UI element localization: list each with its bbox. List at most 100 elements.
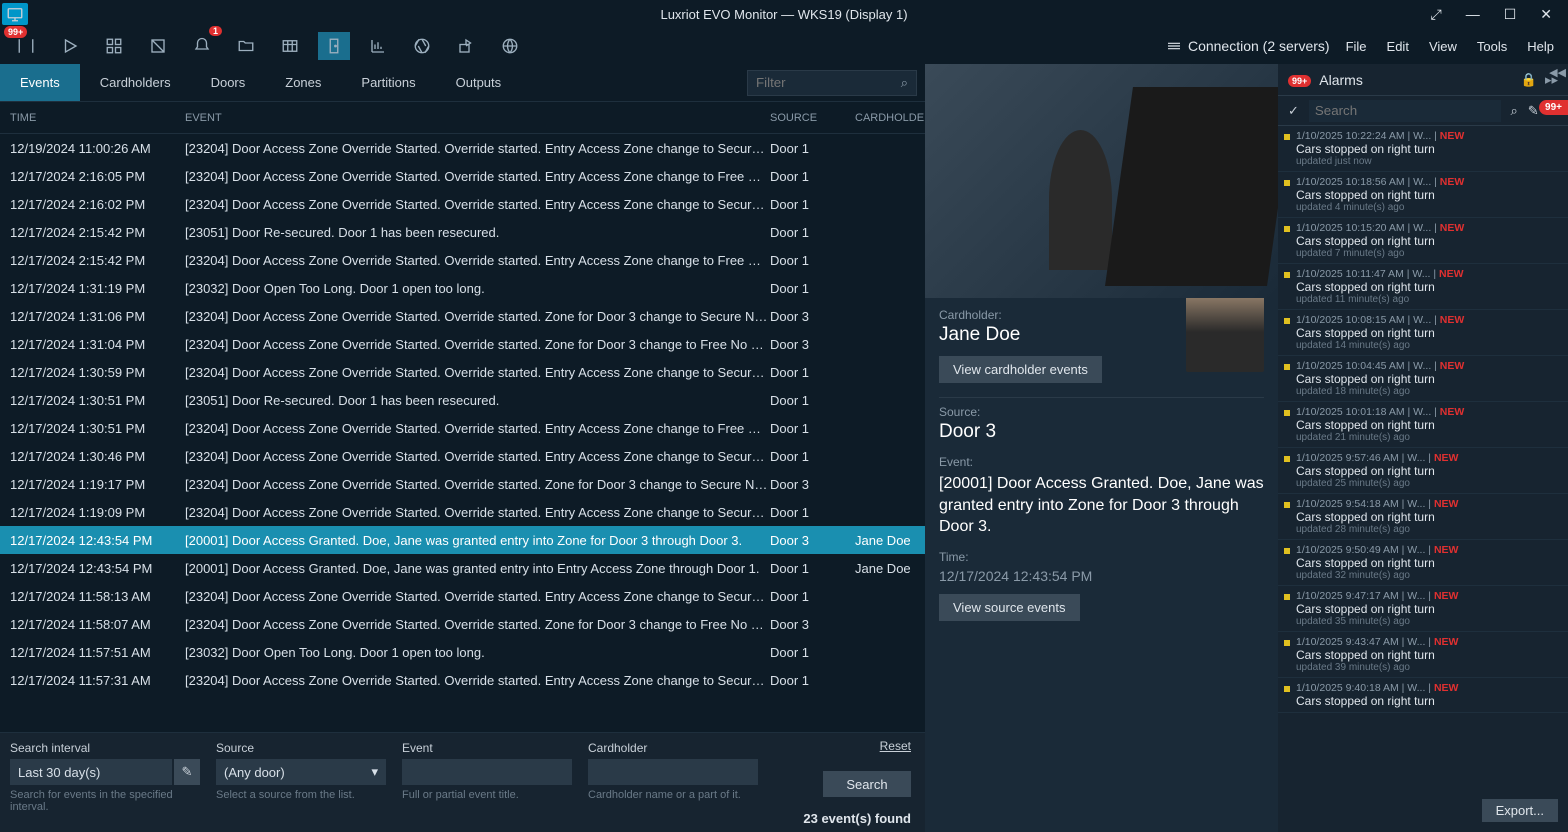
tab-partitions[interactable]: Partitions bbox=[341, 64, 435, 101]
table-row[interactable]: 12/17/2024 2:15:42 PM[23051] Door Re-sec… bbox=[0, 218, 925, 246]
expand-icon[interactable]: ◀◀ bbox=[1549, 66, 1566, 79]
col-event[interactable]: EVENT bbox=[185, 112, 770, 124]
alarm-item[interactable]: 1/10/2025 9:43:47 AM | W... | NEWCars st… bbox=[1278, 632, 1568, 678]
col-source[interactable]: SOURCE bbox=[770, 112, 855, 124]
filter-input[interactable] bbox=[756, 75, 901, 90]
tab-events[interactable]: Events bbox=[0, 64, 80, 101]
table-row[interactable]: 12/17/2024 11:58:07 AM[23204] Door Acces… bbox=[0, 610, 925, 638]
reports-icon[interactable] bbox=[142, 32, 174, 60]
alarm-item[interactable]: 1/10/2025 9:50:49 AM | W... | NEWCars st… bbox=[1278, 540, 1568, 586]
alarm-item[interactable]: 1/10/2025 10:15:20 AM | W... | NEWCars s… bbox=[1278, 218, 1568, 264]
alarm-item[interactable]: 1/10/2025 9:57:46 AM | W... | NEWCars st… bbox=[1278, 448, 1568, 494]
share-icon[interactable] bbox=[450, 32, 482, 60]
table-icon[interactable] bbox=[274, 32, 306, 60]
table-header: TIME EVENT SOURCE CARDHOLDER bbox=[0, 102, 925, 134]
menu-help[interactable]: Help bbox=[1523, 39, 1558, 54]
side-badge[interactable]: 99+ bbox=[1539, 100, 1568, 115]
alarm-item[interactable]: 1/10/2025 9:54:18 AM | W... | NEWCars st… bbox=[1278, 494, 1568, 540]
tab-cardholders[interactable]: Cardholders bbox=[80, 64, 191, 101]
table-row[interactable]: 12/17/2024 2:16:05 PM[23204] Door Access… bbox=[0, 162, 925, 190]
pencil-icon[interactable]: ✎ bbox=[1528, 103, 1539, 119]
play-icon[interactable] bbox=[54, 32, 86, 60]
table-row[interactable]: 12/17/2024 1:31:06 PM[23204] Door Access… bbox=[0, 302, 925, 330]
alarm-item[interactable]: 1/10/2025 9:47:17 AM | W... | NEWCars st… bbox=[1278, 586, 1568, 632]
minimize-button[interactable]: — bbox=[1466, 6, 1480, 23]
tabs-bar: Events Cardholders Doors Zones Partition… bbox=[0, 64, 925, 102]
cardholder-field[interactable] bbox=[588, 759, 758, 785]
cardholder-label: Cardholder bbox=[588, 741, 758, 755]
search-button[interactable]: Search bbox=[823, 771, 911, 797]
search-icon[interactable]: ⌕ bbox=[901, 75, 908, 91]
table-row[interactable]: 12/19/2024 11:00:26 AM[23204] Door Acces… bbox=[0, 134, 925, 162]
interval-label: Search interval bbox=[10, 741, 200, 755]
reset-link[interactable]: Reset bbox=[880, 739, 911, 753]
alarm-list: 1/10/2025 10:22:24 AM | W... | NEWCars s… bbox=[1278, 126, 1568, 832]
pencil-icon[interactable]: ✎ bbox=[174, 759, 200, 785]
time-val: 12/17/2024 12:43:54 PM bbox=[939, 568, 1264, 584]
titlebar: Luxriot EVO Monitor — WKS19 (Display 1) … bbox=[0, 0, 1568, 28]
door-icon[interactable] bbox=[318, 32, 350, 60]
tab-outputs[interactable]: Outputs bbox=[436, 64, 522, 101]
event-field[interactable] bbox=[402, 759, 572, 785]
maximize-button[interactable]: ☐ bbox=[1504, 6, 1517, 23]
table-row[interactable]: 12/17/2024 12:43:54 PM[20001] Door Acces… bbox=[0, 526, 925, 554]
source-field[interactable]: (Any door)▾ bbox=[216, 759, 386, 785]
alarm-item[interactable]: 1/10/2025 10:04:45 AM | W... | NEWCars s… bbox=[1278, 356, 1568, 402]
menu-tools[interactable]: Tools bbox=[1473, 39, 1511, 54]
event-label: Event bbox=[402, 741, 572, 755]
export-button[interactable]: Export... bbox=[1482, 799, 1558, 822]
globe-icon[interactable] bbox=[494, 32, 526, 60]
menu-edit[interactable]: Edit bbox=[1383, 39, 1413, 54]
col-cardholder[interactable]: CARDHOLDER bbox=[855, 112, 925, 124]
tab-doors[interactable]: Doors bbox=[191, 64, 266, 101]
tab-zones[interactable]: Zones bbox=[265, 64, 341, 101]
col-time[interactable]: TIME bbox=[10, 112, 185, 124]
grid-icon[interactable] bbox=[98, 32, 130, 60]
table-row[interactable]: 12/17/2024 11:57:31 AM[23204] Door Acces… bbox=[0, 666, 925, 694]
close-button[interactable]: ✕ bbox=[1540, 6, 1552, 23]
table-row[interactable]: 12/17/2024 1:31:04 PM[23204] Door Access… bbox=[0, 330, 925, 358]
alerts-icon[interactable]: 99+ bbox=[10, 32, 42, 60]
search-icon[interactable]: ⌕ bbox=[1511, 103, 1518, 119]
filter-box[interactable]: ⌕ bbox=[747, 70, 917, 96]
table-row[interactable]: 12/17/2024 1:19:17 PM[23204] Door Access… bbox=[0, 470, 925, 498]
table-row[interactable]: 12/17/2024 2:16:02 PM[23204] Door Access… bbox=[0, 190, 925, 218]
view-cardholder-button[interactable]: View cardholder events bbox=[939, 356, 1102, 383]
alarm-item[interactable]: 1/10/2025 10:11:47 AM | W... | NEWCars s… bbox=[1278, 264, 1568, 310]
connection-status[interactable]: Connection (2 servers) bbox=[1166, 38, 1330, 54]
table-row[interactable]: 12/17/2024 12:43:54 PM[20001] Door Acces… bbox=[0, 554, 925, 582]
table-row[interactable]: 12/17/2024 1:30:46 PM[23204] Door Access… bbox=[0, 442, 925, 470]
src-name: Door 3 bbox=[939, 421, 1264, 443]
alarm-item[interactable]: 1/10/2025 10:18:56 AM | W... | NEWCars s… bbox=[1278, 172, 1568, 218]
aperture-icon[interactable] bbox=[406, 32, 438, 60]
lock-icon[interactable]: 🔒 bbox=[1521, 72, 1537, 88]
check-icon[interactable]: ✓ bbox=[1288, 103, 1299, 119]
table-row[interactable]: 12/17/2024 11:57:51 AM[23032] Door Open … bbox=[0, 638, 925, 666]
table-row[interactable]: 12/17/2024 1:30:59 PM[23204] Door Access… bbox=[0, 358, 925, 386]
table-row[interactable]: 12/17/2024 1:19:09 PM[23204] Door Access… bbox=[0, 498, 925, 526]
alarm-badge: 99+ bbox=[1288, 72, 1311, 87]
chart-icon[interactable] bbox=[362, 32, 394, 60]
alarm-item[interactable]: 1/10/2025 10:01:18 AM | W... | NEWCars s… bbox=[1278, 402, 1568, 448]
app-icon bbox=[2, 3, 28, 25]
alarm-item[interactable]: 1/10/2025 9:40:18 AM | W... | NEWCars st… bbox=[1278, 678, 1568, 713]
interval-field[interactable]: Last 30 day(s) bbox=[10, 759, 172, 785]
src-label: Source: bbox=[939, 405, 1264, 419]
bell-icon[interactable]: 1 bbox=[186, 32, 218, 60]
alarm-item[interactable]: 1/10/2025 10:22:24 AM | W... | NEWCars s… bbox=[1278, 126, 1568, 172]
view-source-button[interactable]: View source events bbox=[939, 594, 1080, 621]
main-toolbar: 99+ 1 Connection (2 servers) File Edit V… bbox=[0, 28, 1568, 64]
menu-view[interactable]: View bbox=[1425, 39, 1461, 54]
alarm-search[interactable] bbox=[1309, 100, 1501, 122]
menu-file[interactable]: File bbox=[1342, 39, 1371, 54]
alarms-title: Alarms bbox=[1319, 72, 1512, 88]
camera-snapshot bbox=[925, 64, 1278, 298]
folder-icon[interactable] bbox=[230, 32, 262, 60]
table-row[interactable]: 12/17/2024 1:30:51 PM[23204] Door Access… bbox=[0, 414, 925, 442]
table-row[interactable]: 12/17/2024 1:30:51 PM[23051] Door Re-sec… bbox=[0, 386, 925, 414]
expand-icon[interactable]: ⤢ bbox=[1431, 6, 1442, 23]
table-row[interactable]: 12/17/2024 1:31:19 PM[23032] Door Open T… bbox=[0, 274, 925, 302]
table-row[interactable]: 12/17/2024 2:15:42 PM[23204] Door Access… bbox=[0, 246, 925, 274]
alarm-item[interactable]: 1/10/2025 10:08:15 AM | W... | NEWCars s… bbox=[1278, 310, 1568, 356]
table-row[interactable]: 12/17/2024 11:58:13 AM[23204] Door Acces… bbox=[0, 582, 925, 610]
